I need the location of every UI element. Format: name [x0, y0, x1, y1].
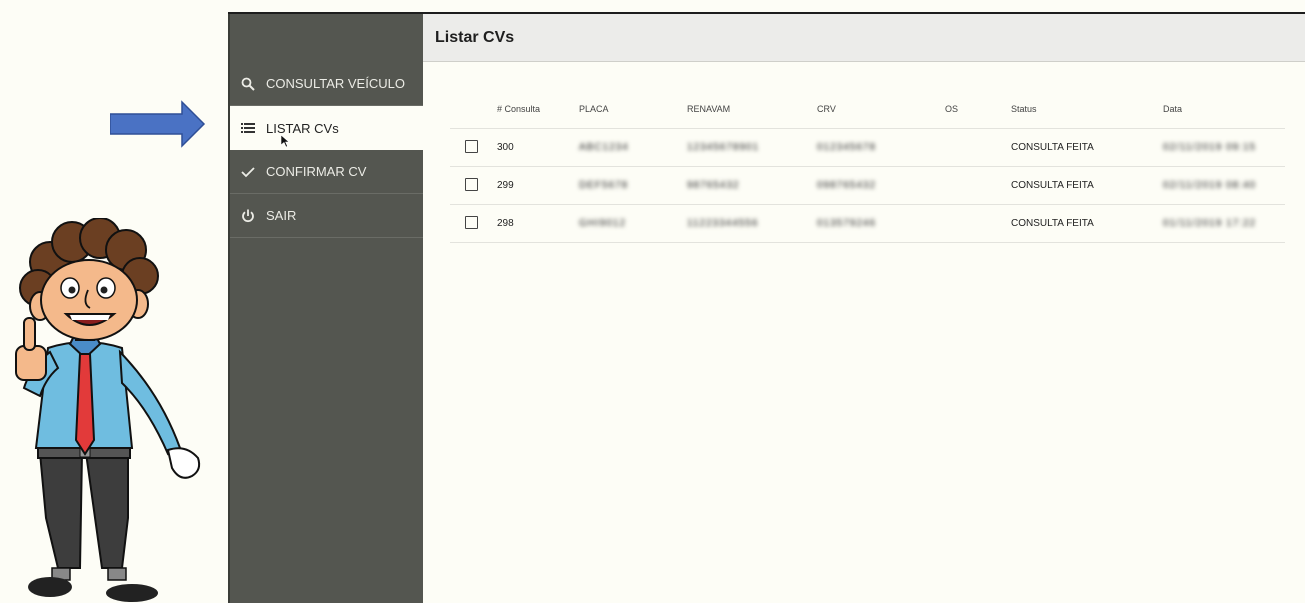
- os-cell: [945, 166, 1011, 205]
- table-row[interactable]: 300 ABC1234 12345678901 012345678 CONSUL…: [450, 128, 1285, 167]
- column-header[interactable]: # Consulta: [497, 90, 579, 129]
- os-cell: [945, 204, 1011, 243]
- sidebar-item-label: LISTAR CVs: [266, 120, 339, 136]
- data-cell: 02/11/2019 08:40: [1163, 166, 1285, 205]
- sidebar-item-listar-cvs[interactable]: LISTAR CVs: [230, 106, 425, 150]
- status-cell: CONSULTA FEITA: [1011, 166, 1163, 205]
- table-row[interactable]: 299 DEF5678 98765432 098765432 CONSULTA …: [450, 166, 1285, 205]
- sidebar-item-consultar-veiculo[interactable]: CONSULTAR VEÍCULO: [230, 62, 425, 106]
- pointer-arrow-icon: [110, 100, 206, 148]
- sidebar-item-label: CONSULTAR VEÍCULO: [266, 76, 405, 91]
- column-header[interactable]: PLACA: [579, 90, 687, 129]
- select-column-header: [450, 90, 497, 129]
- row-checkbox[interactable]: [465, 177, 478, 191]
- row-checkbox[interactable]: [465, 215, 478, 229]
- main-content: Listar CVs # Consulta PLACA RENAVAM CRV …: [423, 14, 1305, 603]
- os-cell: [945, 128, 1011, 167]
- list-icon: [238, 118, 258, 138]
- row-checkbox[interactable]: [465, 139, 478, 153]
- consulta-cell: 300: [497, 128, 579, 167]
- power-icon: [238, 206, 258, 226]
- crv-cell: 098765432: [817, 166, 945, 205]
- sidebar: CONSULTAR VEÍCULO LISTAR CVs CONFIRMAR C…: [228, 14, 425, 603]
- crv-cell: 013579246: [817, 204, 945, 243]
- page-title: Listar CVs: [423, 14, 1305, 62]
- column-header[interactable]: Data: [1163, 90, 1285, 129]
- renavam-cell: 12345678901: [687, 128, 817, 167]
- column-header[interactable]: OS: [945, 90, 1011, 129]
- sidebar-item-label: CONFIRMAR CV: [266, 164, 367, 179]
- mouse-cursor-icon: [281, 135, 290, 148]
- sidebar-item-confirmar-cv[interactable]: CONFIRMAR CV: [230, 150, 425, 194]
- column-header[interactable]: Status: [1011, 90, 1163, 129]
- status-cell: CONSULTA FEITA: [1011, 128, 1163, 167]
- placa-cell: GHI9012: [579, 204, 687, 243]
- cartoon-mascot-illustration: [15, 218, 201, 602]
- crv-cell: 012345678: [817, 128, 945, 167]
- consulta-cell: 298: [497, 204, 579, 243]
- sidebar-item-sair[interactable]: SAIR: [230, 194, 425, 238]
- placa-cell: ABC1234: [579, 128, 687, 167]
- search-icon: [238, 74, 258, 94]
- placa-cell: DEF5678: [579, 166, 687, 205]
- table-header-row: # Consulta PLACA RENAVAM CRV OS Status D…: [450, 90, 1285, 129]
- renavam-cell: 98765432: [687, 166, 817, 205]
- sidebar-item-label: SAIR: [266, 208, 297, 223]
- consulta-cell: 299: [497, 166, 579, 205]
- table-row[interactable]: 298 GHI9012 11223344556 013579246 CONSUL…: [450, 204, 1285, 243]
- status-cell: CONSULTA FEITA: [1011, 204, 1163, 243]
- check-icon: [238, 162, 258, 182]
- sidebar-header: [230, 14, 425, 62]
- data-cell: 02/11/2019 09:15: [1163, 128, 1285, 167]
- column-header[interactable]: CRV: [817, 90, 945, 129]
- column-header[interactable]: RENAVAM: [687, 90, 817, 129]
- data-cell: 01/11/2019 17:22: [1163, 204, 1285, 243]
- cv-table: # Consulta PLACA RENAVAM CRV OS Status D…: [450, 90, 1285, 243]
- renavam-cell: 11223344556: [687, 204, 817, 243]
